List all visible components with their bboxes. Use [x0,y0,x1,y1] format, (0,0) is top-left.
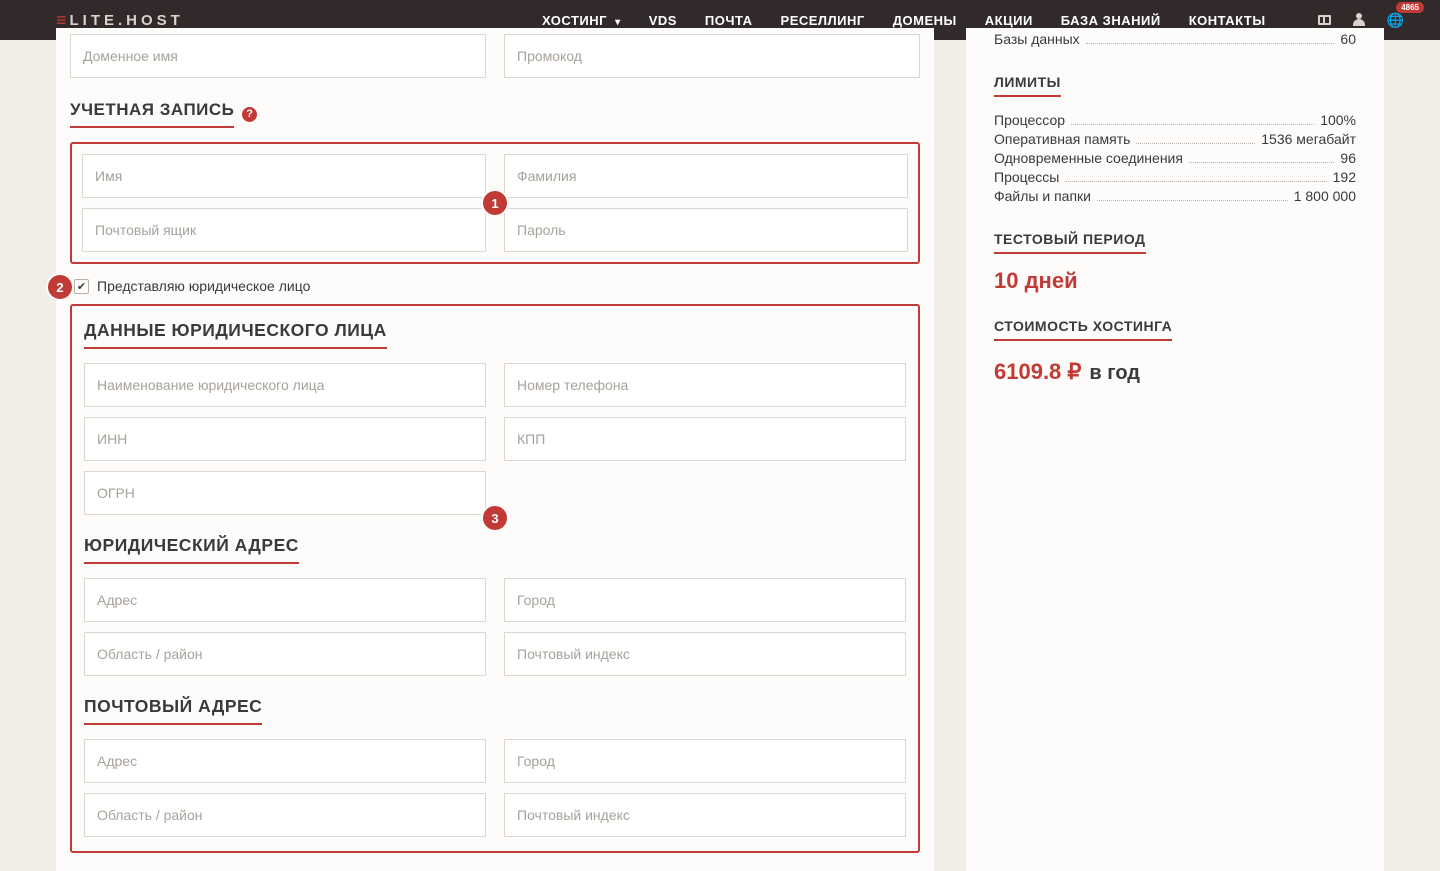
limits-list: Процессор 100% Оперативная память 1536 м… [994,112,1356,204]
limit-row: Процессор 100% [994,112,1356,128]
nav-kb[interactable]: БАЗА ЗНАНИЙ [1061,13,1161,28]
globe-icon[interactable]: 🌐 4865 [1387,12,1404,29]
nav-domains[interactable]: ДОМЕНЫ [893,13,957,28]
promo-placeholder: Промокод [517,48,582,64]
kpp-field[interactable]: КПП [504,417,906,461]
password-field[interactable]: Пароль [504,208,908,252]
nav-hosting-label: ХОСТИНГ [542,13,607,28]
price-suffix: в год [1089,362,1140,385]
legal-phone-field[interactable]: Номер телефона [504,363,906,407]
legal-address-placeholder: Адрес [97,592,137,608]
legal-name-field[interactable]: Наименование юридического лица [84,363,486,407]
domain-placeholder: Доменное имя [83,48,178,64]
password-placeholder: Пароль [517,222,566,238]
limit-value: 1 800 000 [1294,188,1356,204]
inn-field[interactable]: ИНН [84,417,486,461]
step-badge-1: 1 [483,191,507,215]
step-badge-2: 2 [48,275,72,299]
nav-contacts[interactable]: КОНТАКТЫ [1189,13,1266,28]
ogrn-field[interactable]: ОГРН [84,471,486,515]
postal-postcode-field[interactable]: Почтовый индекс [504,793,906,837]
legal-city-placeholder: Город [517,592,555,608]
limit-label: Процессы [994,169,1059,185]
price-title: СТОИМОСТЬ ХОСТИНГА [994,318,1172,341]
limit-value: 1536 мегабайт [1261,131,1356,147]
limit-value: 192 [1333,169,1356,185]
dashboard-icon[interactable] [1318,13,1331,28]
step-badge-3: 3 [483,506,507,530]
globe-badge: 4865 [1396,2,1424,13]
postal-postcode-placeholder: Почтовый индекс [517,807,630,823]
limit-label: Файлы и папки [994,188,1091,204]
firstname-field[interactable]: Имя [82,154,486,198]
legal-phone-placeholder: Номер телефона [517,377,628,393]
kpp-placeholder: КПП [517,431,545,447]
legal-name-placeholder: Наименование юридического лица [97,377,324,393]
legal-entity-checkbox[interactable]: 2 ✔ Представляю юридическое лицо [74,278,920,294]
user-icon[interactable] [1353,13,1365,28]
help-icon[interactable]: ? [242,107,257,122]
lastname-field[interactable]: Фамилия [504,154,908,198]
legal-outline: 3 ДАННЫЕ ЮРИДИЧЕСКОГО ЛИЦА Наименование … [70,304,920,853]
limit-row: Файлы и папки 1 800 000 [994,188,1356,204]
legal-region-placeholder: Область / район [97,646,203,662]
nav-reselling[interactable]: РЕСЕЛЛИНГ [781,13,865,28]
postal-address-title: ПОЧТОВЫЙ АДРЕС [84,696,262,725]
limits-title: ЛИМИТЫ [994,74,1061,97]
limit-label: Одновременные соединения [994,150,1183,166]
summary-databases-row: Базы данных 60 [994,31,1356,47]
chevron-down-icon: ▾ [615,17,621,28]
lastname-placeholder: Фамилия [517,168,576,184]
postal-city-placeholder: Город [517,753,555,769]
limit-value: 96 [1340,150,1356,166]
plan-summary: Базы данных 60 ЛИМИТЫ Процессор 100% Опе… [966,28,1384,871]
limit-row: Оперативная память 1536 мегабайт [994,131,1356,147]
limit-label: Процессор [994,112,1065,128]
trial-value: 10 дней [994,268,1356,294]
legal-region-field[interactable]: Область / район [84,632,486,676]
limit-row: Процессы 192 [994,169,1356,185]
price-line: 6109.8 ₽ в год [994,357,1356,385]
postal-city-field[interactable]: Город [504,739,906,783]
ogrn-placeholder: ОГРН [97,485,135,501]
limit-label: Оперативная память [994,131,1130,147]
inn-placeholder: ИНН [97,431,127,447]
postal-address-field[interactable]: Адрес [84,739,486,783]
legal-postcode-placeholder: Почтовый индекс [517,646,630,662]
promo-field[interactable]: Промокод [504,34,920,78]
nav-vds[interactable]: VDS [649,13,677,28]
email-placeholder: Почтовый ящик [95,222,196,238]
summary-databases-label: Базы данных [994,31,1080,47]
nav-promo[interactable]: АКЦИИ [985,13,1033,28]
legal-entity-title: ДАННЫЕ ЮРИДИЧЕСКОГО ЛИЦА [84,320,387,349]
legal-postcode-field[interactable]: Почтовый индекс [504,632,906,676]
legal-address-field[interactable]: Адрес [84,578,486,622]
domain-field[interactable]: Доменное имя [70,34,486,78]
account-outline: Имя Фамилия Почтовый ящик Пароль 1 [70,142,920,264]
legal-city-field[interactable]: Город [504,578,906,622]
account-title-text: УЧЕТНАЯ ЗАПИСЬ [70,100,234,128]
legal-checkbox-label: Представляю юридическое лицо [97,278,310,294]
postal-region-placeholder: Область / район [97,807,203,823]
limit-row: Одновременные соединения 96 [994,150,1356,166]
postal-address-placeholder: Адрес [97,753,137,769]
price-value: 6109.8 ₽ [994,359,1081,385]
nav-links: ХОСТИНГ ▾ VDS ПОЧТА РЕСЕЛЛИНГ ДОМЕНЫ АКЦ… [542,12,1404,29]
email-field[interactable]: Почтовый ящик [82,208,486,252]
firstname-placeholder: Имя [95,168,122,184]
account-section-title: УЧЕТНАЯ ЗАПИСЬ ? [70,100,920,128]
order-form: Доменное имя Промокод УЧЕТНАЯ ЗАПИСЬ ? И… [56,28,934,871]
legal-address-title: ЮРИДИЧЕСКИЙ АДРЕС [84,535,299,564]
trial-title: ТЕСТОВЫЙ ПЕРИОД [994,231,1146,254]
logo-text: LITE.HOST [70,12,184,29]
summary-databases-value: 60 [1340,31,1356,47]
postal-region-field[interactable]: Область / район [84,793,486,837]
nav-hosting[interactable]: ХОСТИНГ ▾ [542,13,621,28]
nav-mail[interactable]: ПОЧТА [705,13,753,28]
checkbox-icon: ✔ [74,279,89,294]
limit-value: 100% [1320,112,1356,128]
